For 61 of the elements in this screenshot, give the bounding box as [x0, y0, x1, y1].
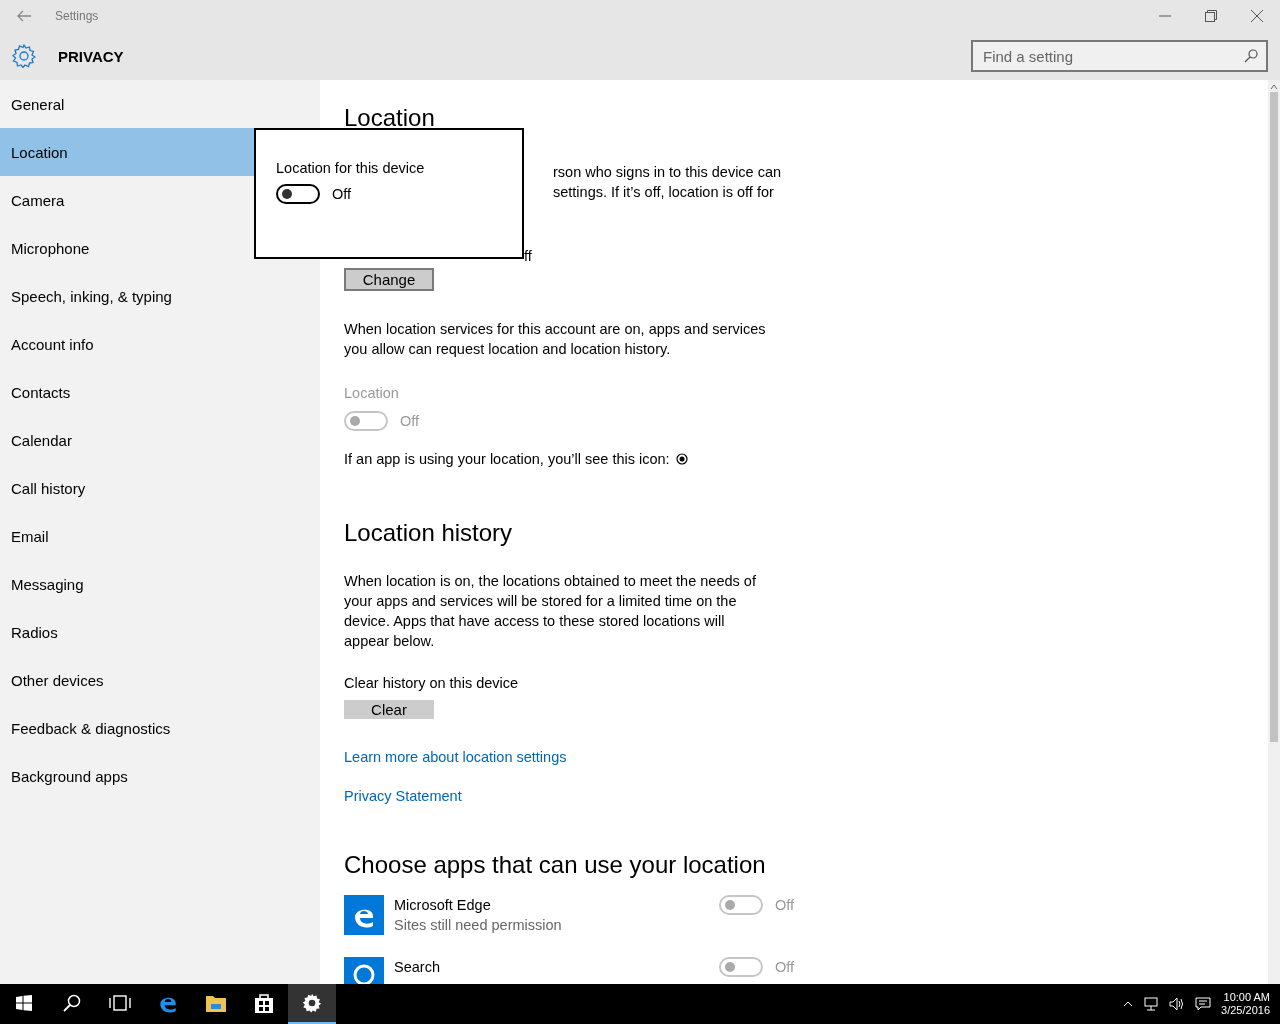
setting-label: Clear history on this device	[344, 675, 520, 691]
settings-icon	[302, 993, 322, 1013]
sidebar-item[interactable]: Account info	[0, 320, 320, 368]
sidebar-item[interactable]: Speech, inking, & typing	[0, 272, 320, 320]
sidebar-item[interactable]: Background apps	[0, 752, 320, 800]
description-text: rson who signs in to this device can	[553, 163, 783, 182]
page-title: PRIVACY	[58, 47, 124, 65]
scrollbar-thumb[interactable]	[1270, 92, 1278, 742]
setting-label: Location	[344, 385, 400, 401]
message-icon[interactable]	[1195, 997, 1212, 1011]
gear-icon	[12, 44, 36, 68]
toggle-state: Off	[774, 897, 794, 913]
minimize-icon	[1159, 15, 1171, 17]
sidebar-item[interactable]: Radios	[0, 608, 320, 656]
windows-logo-icon	[16, 995, 32, 1011]
app-name: Microsoft Edge	[394, 896, 492, 915]
edge-icon	[344, 895, 384, 935]
sidebar-item[interactable]: Messaging	[0, 560, 320, 608]
status-text: ff	[524, 247, 533, 266]
clock-date: 3/25/2016	[1221, 1004, 1270, 1017]
clock-time: 10:00 AM	[1223, 991, 1270, 1004]
restore-icon	[1205, 10, 1217, 22]
scroll-up-icon[interactable]	[1270, 84, 1278, 90]
search-icon	[63, 994, 81, 1012]
toggle-switch[interactable]	[276, 184, 320, 204]
sidebar-item[interactable]: Calendar	[0, 416, 320, 464]
search-field[interactable]: Find a setting	[971, 40, 1268, 72]
window-title: Settings	[55, 9, 99, 23]
task-view-icon	[109, 995, 131, 1011]
location-dot-icon	[675, 453, 688, 465]
description-text: settings. If it’s off, location is off for	[553, 183, 775, 202]
description-text: When location services for this account are on, apps and services you allow can request location and location history.	[344, 320, 767, 359]
sidebar-item[interactable]: Contacts	[0, 368, 320, 416]
note-text: If an app is using your location, you’ll see this icon:	[344, 451, 670, 467]
search-icon[interactable]	[1244, 49, 1258, 63]
volume-icon[interactable]	[1169, 997, 1186, 1011]
change-button[interactable]: Change	[344, 268, 434, 291]
network-icon[interactable]	[1143, 997, 1160, 1011]
link[interactable]: Learn more about location settings	[344, 749, 567, 765]
app-subtitle: Sites still need permission	[394, 916, 563, 935]
description-text: When location is on, the locations obtained to meet the needs of your apps and services will be stored for a limited time on the device. Apps that have access to these stored locations will appear below.	[344, 572, 756, 651]
taskbar-button[interactable]	[288, 984, 336, 1024]
sidebar-item[interactable]: General	[0, 80, 320, 128]
section-heading: Choose apps that can use your location	[344, 850, 767, 880]
clear-button[interactable]: Clear	[344, 700, 434, 719]
close-icon	[1251, 10, 1263, 22]
toggle-state: Off	[332, 186, 352, 202]
sidebar-item[interactable]: Other devices	[0, 656, 320, 704]
app-name: Search	[394, 958, 441, 977]
store-bag-icon	[254, 992, 274, 1014]
caret-up-icon[interactable]	[1123, 1001, 1134, 1007]
link[interactable]: Privacy Statement	[344, 788, 462, 804]
section-heading: Location history	[344, 518, 514, 548]
back-arrow-icon[interactable]	[17, 10, 31, 22]
sidebar-item[interactable]: Call history	[0, 464, 320, 512]
sidebar-item[interactable]: Email	[0, 512, 320, 560]
toggle-state: Off	[400, 413, 420, 429]
folder-icon	[205, 993, 227, 1013]
sidebar-item[interactable]: Feedback & diagnostics	[0, 704, 320, 752]
toggle-state: Off	[774, 959, 794, 975]
section-heading: Location	[344, 103, 436, 133]
